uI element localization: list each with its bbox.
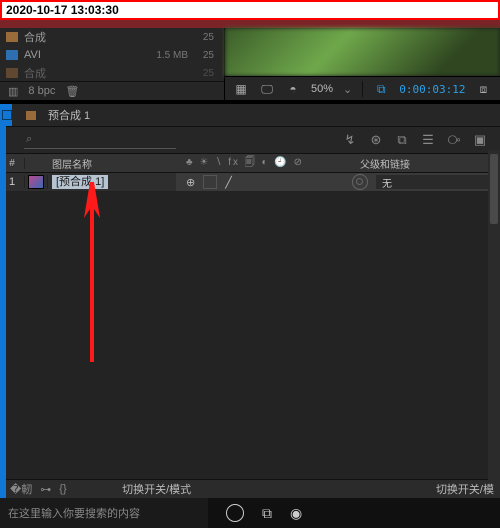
composition-preview[interactable] bbox=[225, 28, 500, 76]
asset-name: AVI bbox=[24, 49, 132, 61]
asset-row[interactable]: 合成 25 bbox=[0, 28, 224, 46]
shy-switch-icon[interactable]: ⊕ bbox=[186, 176, 195, 189]
project-footer: ▥ 8 bpc 🗑 bbox=[0, 81, 224, 100]
zoom-dropdown[interactable]: 50% bbox=[311, 83, 333, 95]
asset-row[interactable]: 合成 25 bbox=[0, 64, 224, 82]
bone-icon[interactable]: ⊶ bbox=[40, 483, 51, 496]
tag-icon[interactable]: ⊛ bbox=[368, 132, 384, 148]
frame-blend-icon[interactable]: ⧉ bbox=[394, 132, 410, 148]
timeline-toolbar: ⌕ ↯ ⊛ ⧉ ☰ ⧂ ▣ bbox=[0, 127, 500, 154]
col-layer-name[interactable]: 图层名称 bbox=[48, 156, 176, 171]
layer-columns-header: # 图层名称 ♣ ☀ ∖ fx 🗐 ◐ 🕘 ⊘ 父级和链接 bbox=[0, 154, 500, 173]
col-parent[interactable]: 父级和链接 bbox=[356, 156, 500, 171]
asset-name: 合成 bbox=[24, 65, 132, 81]
switches-mode-toggle[interactable]: 切换开关/模式 bbox=[67, 481, 247, 497]
scrollbar-vertical[interactable] bbox=[488, 150, 500, 480]
pick-whip-icon[interactable] bbox=[352, 174, 368, 190]
snapshot-icon[interactable]: ⧈ bbox=[475, 82, 491, 96]
timeline-panel-indicator bbox=[0, 126, 6, 498]
render-icon[interactable]: ▣ bbox=[472, 132, 488, 148]
timeline-empty-area[interactable] bbox=[0, 192, 500, 479]
asset-name: 合成 bbox=[24, 29, 132, 45]
asset-count: 25 bbox=[188, 68, 218, 79]
layer-type-icon bbox=[25, 175, 48, 189]
switches-mode-toggle-right[interactable]: 切换开关/模 bbox=[436, 481, 494, 497]
timeline-panel: 预合成 1 ⌕ ↯ ⊛ ⧉ ☰ ⧂ ▣ # 图层名称 ♣ ☀ ∖ fx 🗐 ◐ … bbox=[0, 104, 500, 498]
windows-taskbar: 在这里输入你要搜索的内容 ⧉ ◉ bbox=[0, 498, 500, 528]
layer-switches[interactable]: ⊕ ╱ bbox=[176, 173, 346, 191]
slash-icon[interactable]: ╱ bbox=[225, 176, 232, 189]
taskbar-search[interactable]: 在这里输入你要搜索的内容 bbox=[0, 498, 208, 528]
parent-cell: 无 bbox=[346, 173, 500, 191]
cortana-icon[interactable] bbox=[226, 504, 244, 522]
taskbar-search-placeholder: 在这里输入你要搜索的内容 bbox=[8, 505, 140, 521]
layer-name-cell[interactable]: [预合成 1] bbox=[48, 175, 176, 189]
comp-tab-label: 预合成 1 bbox=[48, 107, 90, 123]
parent-value: 无 bbox=[382, 175, 392, 190]
folder-icon bbox=[6, 68, 18, 78]
braces-icon[interactable]: {} bbox=[59, 483, 66, 495]
comp-tab[interactable]: 预合成 1 bbox=[16, 107, 100, 123]
motion-blur-icon[interactable]: ☰ bbox=[420, 132, 436, 148]
graph-editor-icon[interactable]: ⧂ bbox=[446, 132, 462, 148]
display-icon[interactable]: 🖵 bbox=[259, 82, 275, 96]
camera-icon[interactable]: ⧉ bbox=[373, 82, 389, 96]
current-timecode[interactable]: 0:00:03:12 bbox=[399, 83, 465, 96]
edge-icon[interactable]: ◉ bbox=[290, 505, 302, 522]
preview-toolbar: ▦ 🖵 ◓ 50% ⌄ ⧉ 0:00:03:12 ⧈ bbox=[225, 76, 500, 101]
grid-icon[interactable]: ▦ bbox=[233, 82, 249, 96]
bpc-label[interactable]: 8 bpc bbox=[28, 85, 55, 97]
comp-icon bbox=[26, 111, 36, 120]
timestamp-overlay: 2020-10-17 13:03:30 bbox=[0, 0, 500, 20]
mask-icon[interactable]: ◓ bbox=[285, 82, 301, 96]
trash-icon[interactable]: 🗑 bbox=[65, 85, 79, 98]
comp-tab-row: 预合成 1 bbox=[0, 104, 500, 127]
separator bbox=[362, 81, 363, 97]
accent-strip bbox=[0, 20, 500, 28]
shy-toggle-icon[interactable]: ↯ bbox=[342, 132, 358, 148]
layer-name: [预合成 1] bbox=[52, 175, 108, 189]
scrollbar-thumb[interactable] bbox=[490, 154, 498, 224]
parent-dropdown[interactable]: 无 bbox=[376, 175, 500, 189]
timeline-footer: �軔 ⊶ {} 切换开关/模式 切换开关/模 bbox=[0, 479, 500, 498]
annotation-arrow bbox=[90, 202, 96, 362]
search-icon: ⌕ bbox=[26, 133, 32, 146]
chevron-down-icon: ⌄ bbox=[343, 83, 352, 96]
asset-count: 25 bbox=[188, 32, 218, 43]
switch-box[interactable] bbox=[203, 175, 217, 189]
project-panel: 合成 25 AVI 1.5 MB 25 合成 25 ▥ 8 bpc 🗑 bbox=[0, 28, 225, 100]
toggle-icon[interactable]: �軔 bbox=[10, 481, 32, 497]
layer-search-input[interactable]: ⌕ bbox=[24, 132, 176, 149]
asset-meta: 1.5 MB bbox=[132, 50, 188, 61]
layer-row[interactable]: 1 [预合成 1] ⊕ ╱ 无 bbox=[0, 173, 500, 192]
new-bin-icon[interactable]: ▥ bbox=[8, 85, 18, 98]
task-view-icon[interactable]: ⧉ bbox=[262, 505, 272, 522]
video-file-icon bbox=[6, 50, 18, 60]
col-switches[interactable]: ♣ ☀ ∖ fx 🗐 ◐ 🕘 ⊘ bbox=[176, 155, 356, 172]
panel-handle[interactable] bbox=[0, 104, 12, 126]
folder-icon bbox=[6, 32, 18, 42]
asset-count: 25 bbox=[188, 50, 218, 61]
asset-row[interactable]: AVI 1.5 MB 25 bbox=[0, 46, 224, 64]
